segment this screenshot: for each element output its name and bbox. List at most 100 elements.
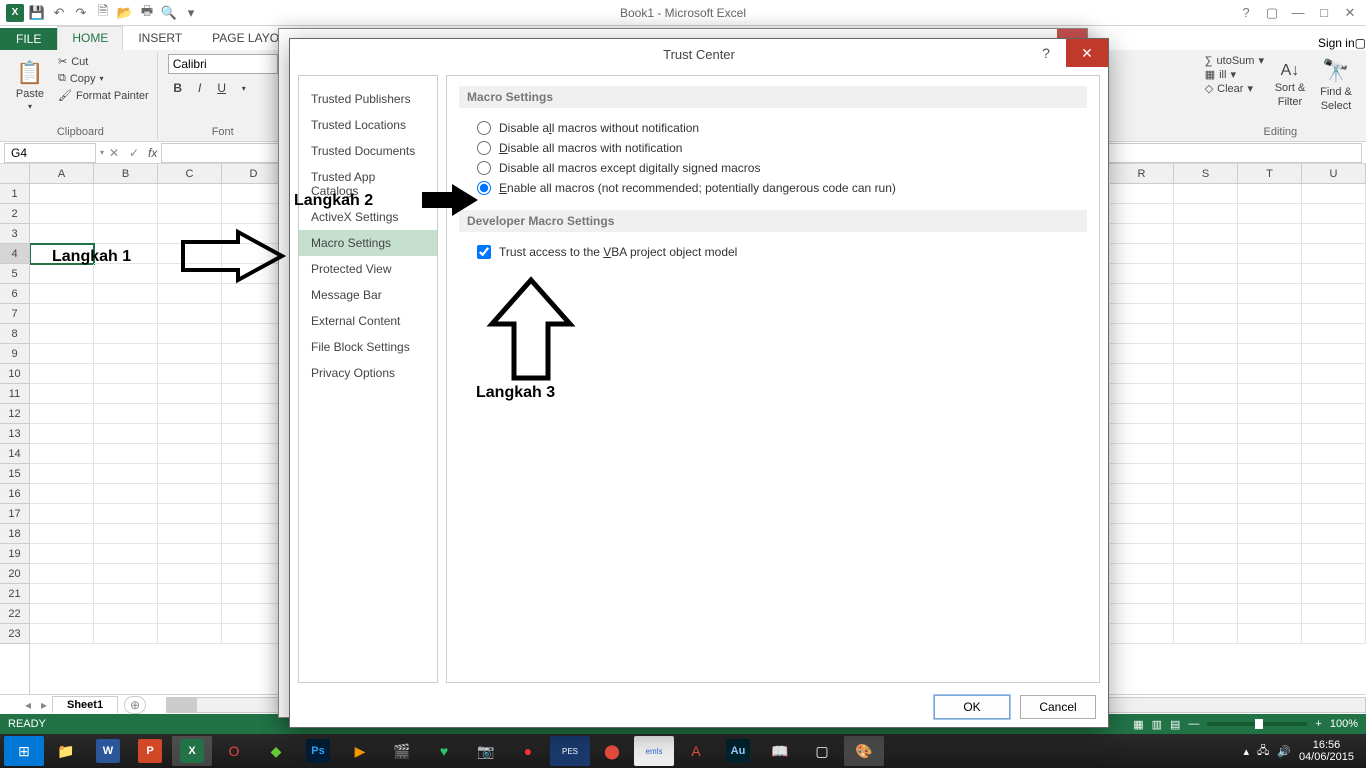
sheet-nav-next-icon[interactable]: ▸ <box>36 698 52 712</box>
cell[interactable] <box>94 284 158 304</box>
cell[interactable] <box>1174 524 1238 544</box>
find-select-button[interactable]: 🔭Find &Select <box>1316 54 1356 116</box>
cell[interactable] <box>1174 604 1238 624</box>
cell[interactable] <box>30 204 94 224</box>
cell[interactable] <box>222 524 286 544</box>
cell[interactable] <box>1174 584 1238 604</box>
trust-nav-item[interactable]: Message Bar <box>299 282 437 308</box>
cell[interactable] <box>94 564 158 584</box>
cell[interactable] <box>1238 204 1302 224</box>
cell[interactable] <box>1302 624 1366 644</box>
cell[interactable] <box>1238 404 1302 424</box>
cell[interactable] <box>222 344 286 364</box>
cell[interactable] <box>1174 564 1238 584</box>
minimize-icon[interactable]: — <box>1286 5 1310 20</box>
cell[interactable] <box>1302 184 1366 204</box>
cell[interactable] <box>158 504 222 524</box>
cell[interactable] <box>1110 344 1174 364</box>
zoom-level[interactable]: 100% <box>1330 718 1358 730</box>
cell[interactable] <box>1302 564 1366 584</box>
col-header[interactable]: B <box>94 164 158 184</box>
cell[interactable] <box>158 324 222 344</box>
cell[interactable] <box>1302 364 1366 384</box>
cell[interactable] <box>94 424 158 444</box>
cell[interactable] <box>30 384 94 404</box>
cell[interactable] <box>1238 584 1302 604</box>
col-header[interactable]: D <box>222 164 286 184</box>
underline-button[interactable]: U <box>212 78 232 98</box>
cell[interactable] <box>222 564 286 584</box>
check-trust-vba[interactable]: Trust access to the VBA project object m… <box>459 242 1087 262</box>
cell[interactable] <box>30 264 94 284</box>
cell[interactable] <box>1174 204 1238 224</box>
tray-expand-icon[interactable]: ▴ <box>1243 745 1249 758</box>
cell[interactable] <box>1238 184 1302 204</box>
cell[interactable] <box>158 604 222 624</box>
cell[interactable] <box>1238 304 1302 324</box>
audition-icon[interactable]: Au <box>718 736 758 766</box>
trust-nav-item[interactable]: Trusted Documents <box>299 138 437 164</box>
cell[interactable] <box>1110 524 1174 544</box>
cell[interactable] <box>1110 444 1174 464</box>
cell[interactable] <box>158 304 222 324</box>
trust-nav-item[interactable]: External Content <box>299 308 437 334</box>
cell[interactable] <box>1174 364 1238 384</box>
cell[interactable] <box>222 624 286 644</box>
cell[interactable] <box>30 584 94 604</box>
zoom-slider[interactable] <box>1207 722 1307 726</box>
row-header[interactable]: 1 <box>0 184 29 204</box>
cell[interactable] <box>1302 284 1366 304</box>
radio-enable-all[interactable]: Enable all macros (not recommended; pote… <box>459 178 1087 198</box>
view-page-break-icon[interactable]: ▤ <box>1170 718 1180 731</box>
row-header[interactable]: 4 <box>0 244 29 264</box>
corel-icon[interactable]: ◆ <box>256 736 296 766</box>
row-header[interactable]: 5 <box>0 264 29 284</box>
ok-button[interactable]: OK <box>934 695 1010 719</box>
cell[interactable] <box>1174 224 1238 244</box>
new-sheet-button[interactable]: ⊕ <box>124 696 146 714</box>
cell[interactable] <box>30 464 94 484</box>
cell[interactable] <box>222 544 286 564</box>
cell[interactable] <box>30 324 94 344</box>
cell[interactable] <box>1302 384 1366 404</box>
camera-icon[interactable]: 📷 <box>466 736 506 766</box>
cell[interactable] <box>94 624 158 644</box>
cell[interactable] <box>94 584 158 604</box>
row-header[interactable]: 20 <box>0 564 29 584</box>
cell[interactable] <box>1238 284 1302 304</box>
underline-dropdown-icon[interactable]: ▾ <box>234 78 254 98</box>
cell[interactable] <box>158 344 222 364</box>
copy-button[interactable]: ⧉Copy▾ <box>56 71 151 86</box>
cell[interactable] <box>222 444 286 464</box>
emls-icon[interactable]: emls <box>634 736 674 766</box>
row-header[interactable]: 11 <box>0 384 29 404</box>
cell[interactable] <box>158 184 222 204</box>
cell[interactable] <box>222 504 286 524</box>
row-header[interactable]: 12 <box>0 404 29 424</box>
cell[interactable] <box>30 544 94 564</box>
photoshop-icon[interactable]: Ps <box>298 736 338 766</box>
cell[interactable] <box>222 604 286 624</box>
cell[interactable] <box>1110 484 1174 504</box>
col-header[interactable]: A <box>30 164 94 184</box>
cell[interactable] <box>158 524 222 544</box>
cell[interactable] <box>222 464 286 484</box>
cell[interactable] <box>1110 184 1174 204</box>
cell[interactable] <box>1302 584 1366 604</box>
row-header[interactable]: 19 <box>0 544 29 564</box>
cell[interactable] <box>30 604 94 624</box>
cell[interactable] <box>158 384 222 404</box>
cell[interactable] <box>1238 364 1302 384</box>
cell[interactable] <box>1110 464 1174 484</box>
cell[interactable] <box>1110 384 1174 404</box>
cell[interactable] <box>1174 264 1238 284</box>
tab-home[interactable]: HOME <box>57 26 123 50</box>
autocad-icon[interactable]: A <box>676 736 716 766</box>
help-icon[interactable]: ? <box>1234 5 1258 20</box>
cell[interactable] <box>1238 544 1302 564</box>
book-icon[interactable]: 📖 <box>760 736 800 766</box>
cell[interactable] <box>94 464 158 484</box>
clear-button[interactable]: ◇Clear ▾ <box>1205 82 1264 95</box>
cell[interactable] <box>1174 284 1238 304</box>
cell[interactable] <box>1302 504 1366 524</box>
